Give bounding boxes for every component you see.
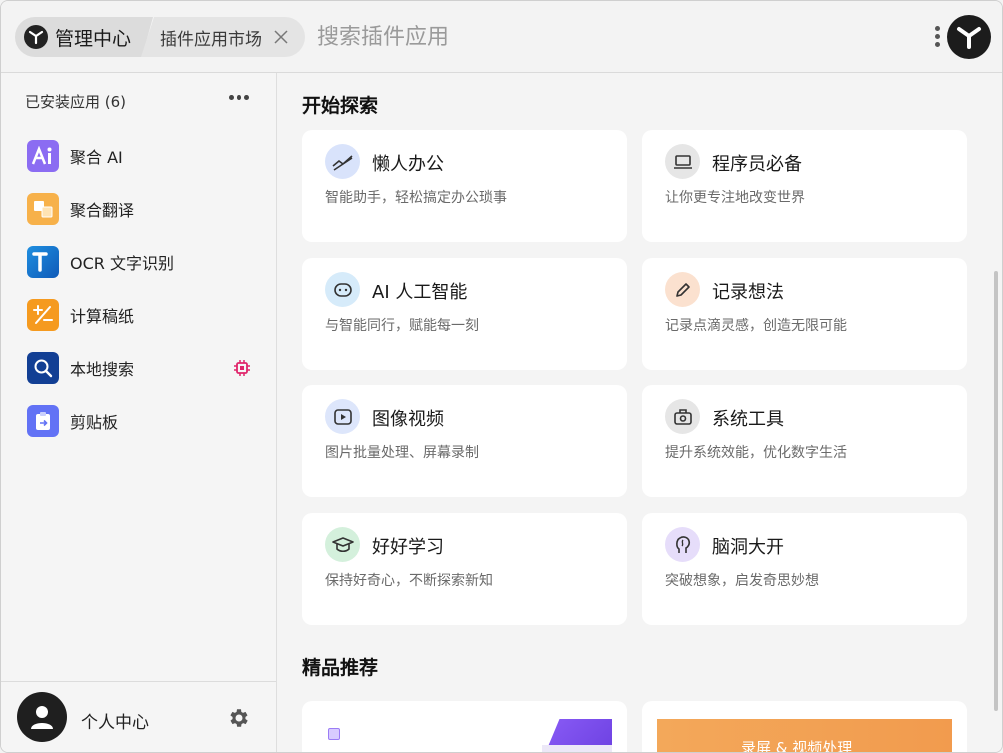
card-title: 懒人办公 [372, 154, 444, 175]
category-card-programmer[interactable]: 程序员必备 让你更专注地改变世界 [642, 130, 967, 242]
pencil-icon [665, 272, 700, 307]
installed-app-list: 聚合 AI 聚合翻译 OCR 文字识别 计算稿纸 本地搜索 剪贴板 [1, 129, 276, 447]
breadcrumb-home[interactable]: 管理中心 [15, 17, 153, 57]
close-icon[interactable] [272, 28, 290, 46]
image-icon [328, 728, 340, 740]
robot-icon [325, 272, 360, 307]
ai-icon [27, 139, 59, 172]
promo-banner-text: 录屏 & 视频处理 [741, 739, 853, 753]
chart-trend-icon [325, 144, 360, 179]
breadcrumb-home-label: 管理中心 [55, 27, 132, 50]
avatar[interactable] [17, 692, 67, 742]
featured-card-2[interactable]: 录屏 & 视频处理 [642, 701, 967, 753]
sidebar-item-label: OCR 文字识别 [70, 253, 174, 273]
category-card-ai[interactable]: AI 人工智能 与智能同行，赋能每一刻 [302, 258, 627, 370]
sidebar-item-local-search[interactable]: 本地搜索 [1, 341, 276, 394]
card-description: 与智能同行，赋能每一刻 [325, 318, 479, 334]
brain-icon [665, 527, 700, 562]
card-description: 图片批量处理、屏幕录制 [325, 445, 479, 461]
category-card-brainstorm[interactable]: 脑洞大开 突破想象，启发奇思妙想 [642, 513, 967, 625]
top-bar: 管理中心 插件应用市场 [1, 1, 1002, 73]
search-input[interactable] [317, 19, 877, 55]
sidebar-item-clipboard[interactable]: 剪贴板 [1, 394, 276, 447]
tab-plugin-market-label: 插件应用市场 [160, 29, 262, 50]
promo-banner-screen-record: 录屏 & 视频处理 [657, 719, 952, 753]
promo-banner-sheet [542, 745, 612, 752]
card-title: AI 人工智能 [372, 282, 468, 303]
card-description: 智能助手，轻松搞定办公琐事 [325, 190, 507, 206]
toolbox-icon [665, 399, 700, 434]
clipboard-icon [27, 404, 59, 437]
sidebar-item-calculator[interactable]: 计算稿纸 [1, 288, 276, 341]
brand-logo-icon[interactable] [947, 15, 991, 59]
category-card-notes[interactable]: 记录想法 记录点滴灵感，创造无限可能 [642, 258, 967, 370]
card-title: 脑洞大开 [712, 537, 784, 558]
video-icon [325, 399, 360, 434]
installed-apps-header: 已安装应用 (6) [25, 93, 127, 111]
card-description: 突破想象，启发奇思妙想 [665, 573, 819, 589]
tab-plugin-market[interactable]: 插件应用市场 [141, 17, 305, 57]
app-logo-icon [24, 25, 48, 49]
search-icon [27, 351, 59, 384]
category-card-system[interactable]: 系统工具 提升系统效能，优化数字生活 [642, 385, 967, 497]
sidebar-item-ai[interactable]: 聚合 AI [1, 129, 276, 182]
laptop-icon [665, 144, 700, 179]
category-card-office[interactable]: 懒人办公 智能助手，轻松搞定办公琐事 [302, 130, 627, 242]
main-content: 开始探索 懒人办公 智能助手，轻松搞定办公琐事 程序员必备 让你更专注地改变世界… [277, 73, 1002, 753]
card-title: 程序员必备 [712, 154, 802, 175]
sidebar-item-label: 聚合翻译 [70, 200, 135, 220]
sidebar-item-label: 计算稿纸 [70, 306, 135, 326]
featured-card-1[interactable] [302, 701, 627, 752]
sidebar-item-translate[interactable]: 聚合翻译 [1, 182, 276, 235]
sidebar-item-label: 剪贴板 [70, 412, 119, 432]
featured-section-title: 精品推荐 [302, 657, 379, 679]
chip-icon [234, 360, 250, 376]
category-card-study[interactable]: 好好学习 保持好奇心，不断探索新知 [302, 513, 627, 625]
category-card-media[interactable]: 图像视频 图片批量处理、屏幕录制 [302, 385, 627, 497]
card-title: 记录想法 [712, 282, 784, 303]
app-window: 管理中心 插件应用市场 已安装应用 (6) 聚合 AI [0, 0, 1003, 753]
card-description: 让你更专注地改变世界 [665, 190, 805, 206]
profile-center-label[interactable]: 个人中心 [81, 708, 149, 733]
main-scrollbar[interactable] [994, 271, 998, 711]
sidebar-item-ocr[interactable]: OCR 文字识别 [1, 235, 276, 288]
sidebar-item-label: 聚合 AI [70, 147, 123, 167]
card-description: 提升系统效能，优化数字生活 [665, 445, 847, 461]
card-title: 好好学习 [372, 537, 444, 558]
card-description: 保持好奇心，不断探索新知 [325, 573, 493, 589]
card-title: 系统工具 [712, 409, 784, 430]
explore-section-title: 开始探索 [302, 95, 379, 117]
sidebar: 已安装应用 (6) 聚合 AI 聚合翻译 OCR 文字识别 计算稿纸 本地搜索 … [1, 73, 277, 752]
more-horizontal-icon[interactable] [229, 95, 250, 105]
card-title: 图像视频 [372, 409, 444, 430]
more-options-icon[interactable] [929, 23, 945, 51]
translate-icon [27, 192, 59, 225]
graduation-cap-icon [325, 527, 360, 562]
sidebar-footer: 个人中心 [1, 681, 276, 752]
ocr-icon [27, 245, 59, 278]
gear-icon[interactable] [226, 706, 250, 730]
card-description: 记录点滴灵感，创造无限可能 [665, 318, 847, 334]
calculator-icon [27, 298, 59, 331]
sidebar-item-label: 本地搜索 [70, 359, 135, 379]
